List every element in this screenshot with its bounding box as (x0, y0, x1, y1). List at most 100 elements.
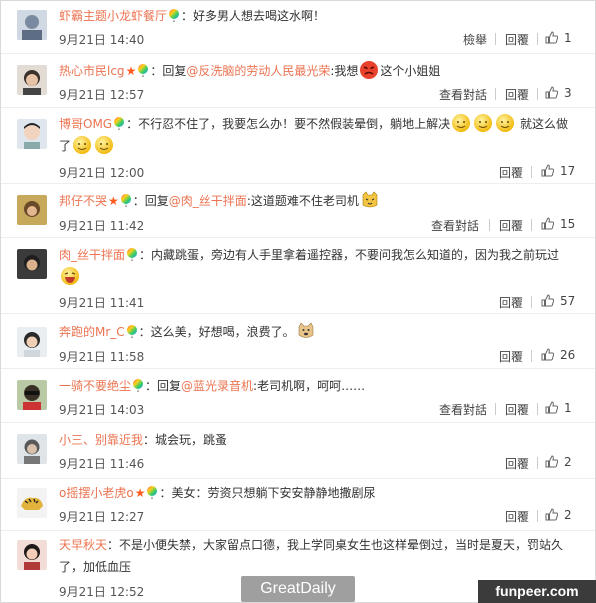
like-button[interactable]: 2 (545, 455, 572, 469)
avatar[interactable] (17, 380, 47, 410)
username-link[interactable]: 奔跑的Mr_C (59, 325, 125, 339)
mention-link[interactable]: @肉_丝干拌面 (169, 194, 247, 208)
like-button[interactable]: 15 (541, 217, 575, 231)
reply-link[interactable]: 回覆 (499, 348, 523, 365)
view-conversation-link[interactable]: 查看對話 (431, 217, 479, 234)
like-button[interactable]: 3 (545, 86, 572, 100)
avatar[interactable] (17, 327, 47, 357)
timestamp: 9月21日 11:42 (59, 219, 145, 233)
reply-link[interactable]: 回覆 (499, 217, 523, 234)
timestamp: 9月21日 12:27 (59, 510, 145, 524)
like-count: 2 (564, 455, 572, 469)
username-link[interactable]: 博哥OMG (59, 117, 112, 131)
vip-balloon-icon (147, 486, 158, 499)
star-icon: ★ (125, 64, 137, 78)
thumbs-up-icon (541, 217, 554, 230)
username-link[interactable]: 热心市民lcg (59, 64, 125, 78)
comment-item: 奔跑的Mr_C ：这么美，好想喝，浪费了。 9月21日 11:58 回覆 26 (1, 313, 595, 369)
view-conversation-link[interactable]: 查看對話 (439, 86, 487, 103)
greatdaily-watermark: GreatDaily (241, 576, 355, 602)
avatar[interactable] (17, 119, 47, 149)
comment-meta: 9月21日 12:00 回覆 17 (59, 164, 583, 180)
comment-body: 就这么做 (519, 117, 568, 131)
comment-meta: 9月21日 11:46 回覆 2 (59, 455, 583, 471)
like-count: 17 (560, 164, 576, 178)
comment-text: 肉_丝干拌面 ：内藏跳蛋，旁边有人手里拿着遥控器，不要问我怎么知道的，因为我之前玩… (59, 244, 583, 288)
comment-body: ：不是小便失禁，大家留点口德，我上学同桌女生也这样晕倒过，当时是夏天，罚站久 (107, 538, 564, 552)
star-icon: ★ (134, 486, 146, 500)
comment-item: 热心市民lcg★ ：回复@反洗脑的劳动人民最光荣:我想 这个小姐姐 9月21日 12… (1, 53, 595, 108)
comment-item: 博哥OMG ：不行忍不住了，我要怎么办！要不然假装晕倒，躺地上解决 就这么做 了 … (1, 107, 595, 184)
avatar[interactable] (17, 249, 47, 279)
avatar[interactable] (17, 195, 47, 225)
mention-link[interactable]: @蓝光录音机 (181, 379, 253, 393)
avatar[interactable] (17, 10, 47, 40)
comment-body: :老司机啊，呵呵…… (253, 379, 366, 393)
username-link[interactable]: 小三、别靠近我 (59, 433, 143, 447)
funpeer-watermark: funpeer.com (478, 580, 596, 603)
reply-link[interactable]: 回覆 (499, 164, 523, 181)
timestamp: 9月21日 14:40 (59, 33, 145, 47)
reply-link[interactable]: 回覆 (505, 455, 529, 472)
comment-body: ：内藏跳蛋，旁边有人手里拿着遥控器，不要问我怎么知道的，因为我之前玩过 (139, 248, 560, 262)
divider (495, 403, 496, 415)
timestamp: 9月21日 11:58 (59, 350, 145, 364)
comment-text: 热心市民lcg★ ：回复@反洗脑的劳动人民最光荣:我想 这个小姐姐 (59, 60, 583, 82)
username-link[interactable]: 肉_丝干拌面 (59, 248, 125, 262)
thumbs-up-icon (545, 86, 558, 99)
username-link[interactable]: o摇摆小老虎o (59, 486, 134, 500)
reply-link[interactable]: 回覆 (505, 508, 529, 525)
like-button[interactable]: 26 (541, 348, 575, 362)
like-count: 15 (560, 217, 576, 231)
thumbs-up-icon (541, 294, 554, 307)
comment-body: ：美女：劳资只想躺下安安静静地撒剧尿 (159, 486, 376, 500)
comment-body: 这个小姐姐 (380, 64, 441, 78)
avatar[interactable] (17, 434, 47, 464)
shy-face-emoji-icon (452, 114, 471, 132)
like-button[interactable]: 1 (545, 401, 572, 415)
reply-link[interactable]: 回覆 (499, 294, 523, 311)
avatar[interactable] (17, 65, 47, 95)
timestamp: 9月21日 12:00 (59, 166, 145, 180)
comment-body: 了，加低血压 (59, 560, 132, 574)
laughing-face-emoji-icon (61, 267, 79, 285)
like-button[interactable]: 2 (545, 508, 572, 522)
comment-body: :我想 (330, 64, 359, 78)
vip-balloon-icon (169, 9, 180, 22)
like-button[interactable]: 57 (541, 294, 575, 308)
like-button[interactable]: 1 (545, 31, 572, 45)
thumbs-up-icon (541, 164, 554, 177)
reply-link[interactable]: 回覆 (505, 401, 529, 418)
timestamp: 9月21日 12:52 (59, 585, 145, 599)
reply-link[interactable]: 回覆 (505, 86, 529, 103)
shy-face-emoji-icon (496, 114, 515, 132)
comment-body: 了 (59, 139, 72, 153)
like-count: 1 (564, 401, 572, 415)
username-link[interactable]: 虾霸主题小龙虾餐厅 (59, 9, 167, 23)
comment-body: ：不行忍不住了，我要怎么办！要不然假装晕倒，躺地上解决 (126, 117, 451, 131)
comment-meta: 9月21日 11:41 回覆 57 (59, 294, 583, 310)
username-link[interactable]: 一骑不要绝尘 (59, 379, 131, 393)
comment-body: ：好多男人想去喝这水啊！ (181, 9, 326, 23)
reply-link[interactable]: 回覆 (505, 31, 529, 48)
comment-meta: 9月21日 11:58 回覆 26 (59, 348, 583, 364)
comment-text: 邦仔不哭★ ：回复@肉_丝干拌面:这道题难不住老司机 (59, 190, 583, 212)
username-link[interactable]: 邦仔不哭 (59, 194, 107, 208)
view-conversation-link[interactable]: 查看對話 (439, 401, 487, 418)
timestamp: 9月21日 11:41 (59, 296, 145, 310)
divider (495, 88, 496, 100)
divider (537, 33, 538, 45)
avatar[interactable] (17, 488, 47, 518)
username-link[interactable]: 天早秋天 (59, 538, 107, 552)
thumbs-up-icon (545, 455, 558, 468)
shy-face-emoji-icon (95, 136, 114, 154)
report-link[interactable]: 檢舉 (463, 31, 487, 48)
thumbs-up-icon (545, 31, 558, 44)
comment-item: 肉_丝干拌面 ：内藏跳蛋，旁边有人手里拿着遥控器，不要问我怎么知道的，因为我之前玩… (1, 237, 595, 314)
mention-link[interactable]: @反洗脑的劳动人民最光荣 (186, 64, 330, 78)
angry-face-emoji-icon (360, 61, 379, 79)
like-button[interactable]: 17 (541, 164, 575, 178)
avatar[interactable] (17, 540, 47, 570)
timestamp: 9月21日 14:03 (59, 403, 145, 417)
comment-text: o摇摆小老虎o★ ：美女：劳资只想躺下安安静静地撒剧尿 (59, 482, 583, 504)
